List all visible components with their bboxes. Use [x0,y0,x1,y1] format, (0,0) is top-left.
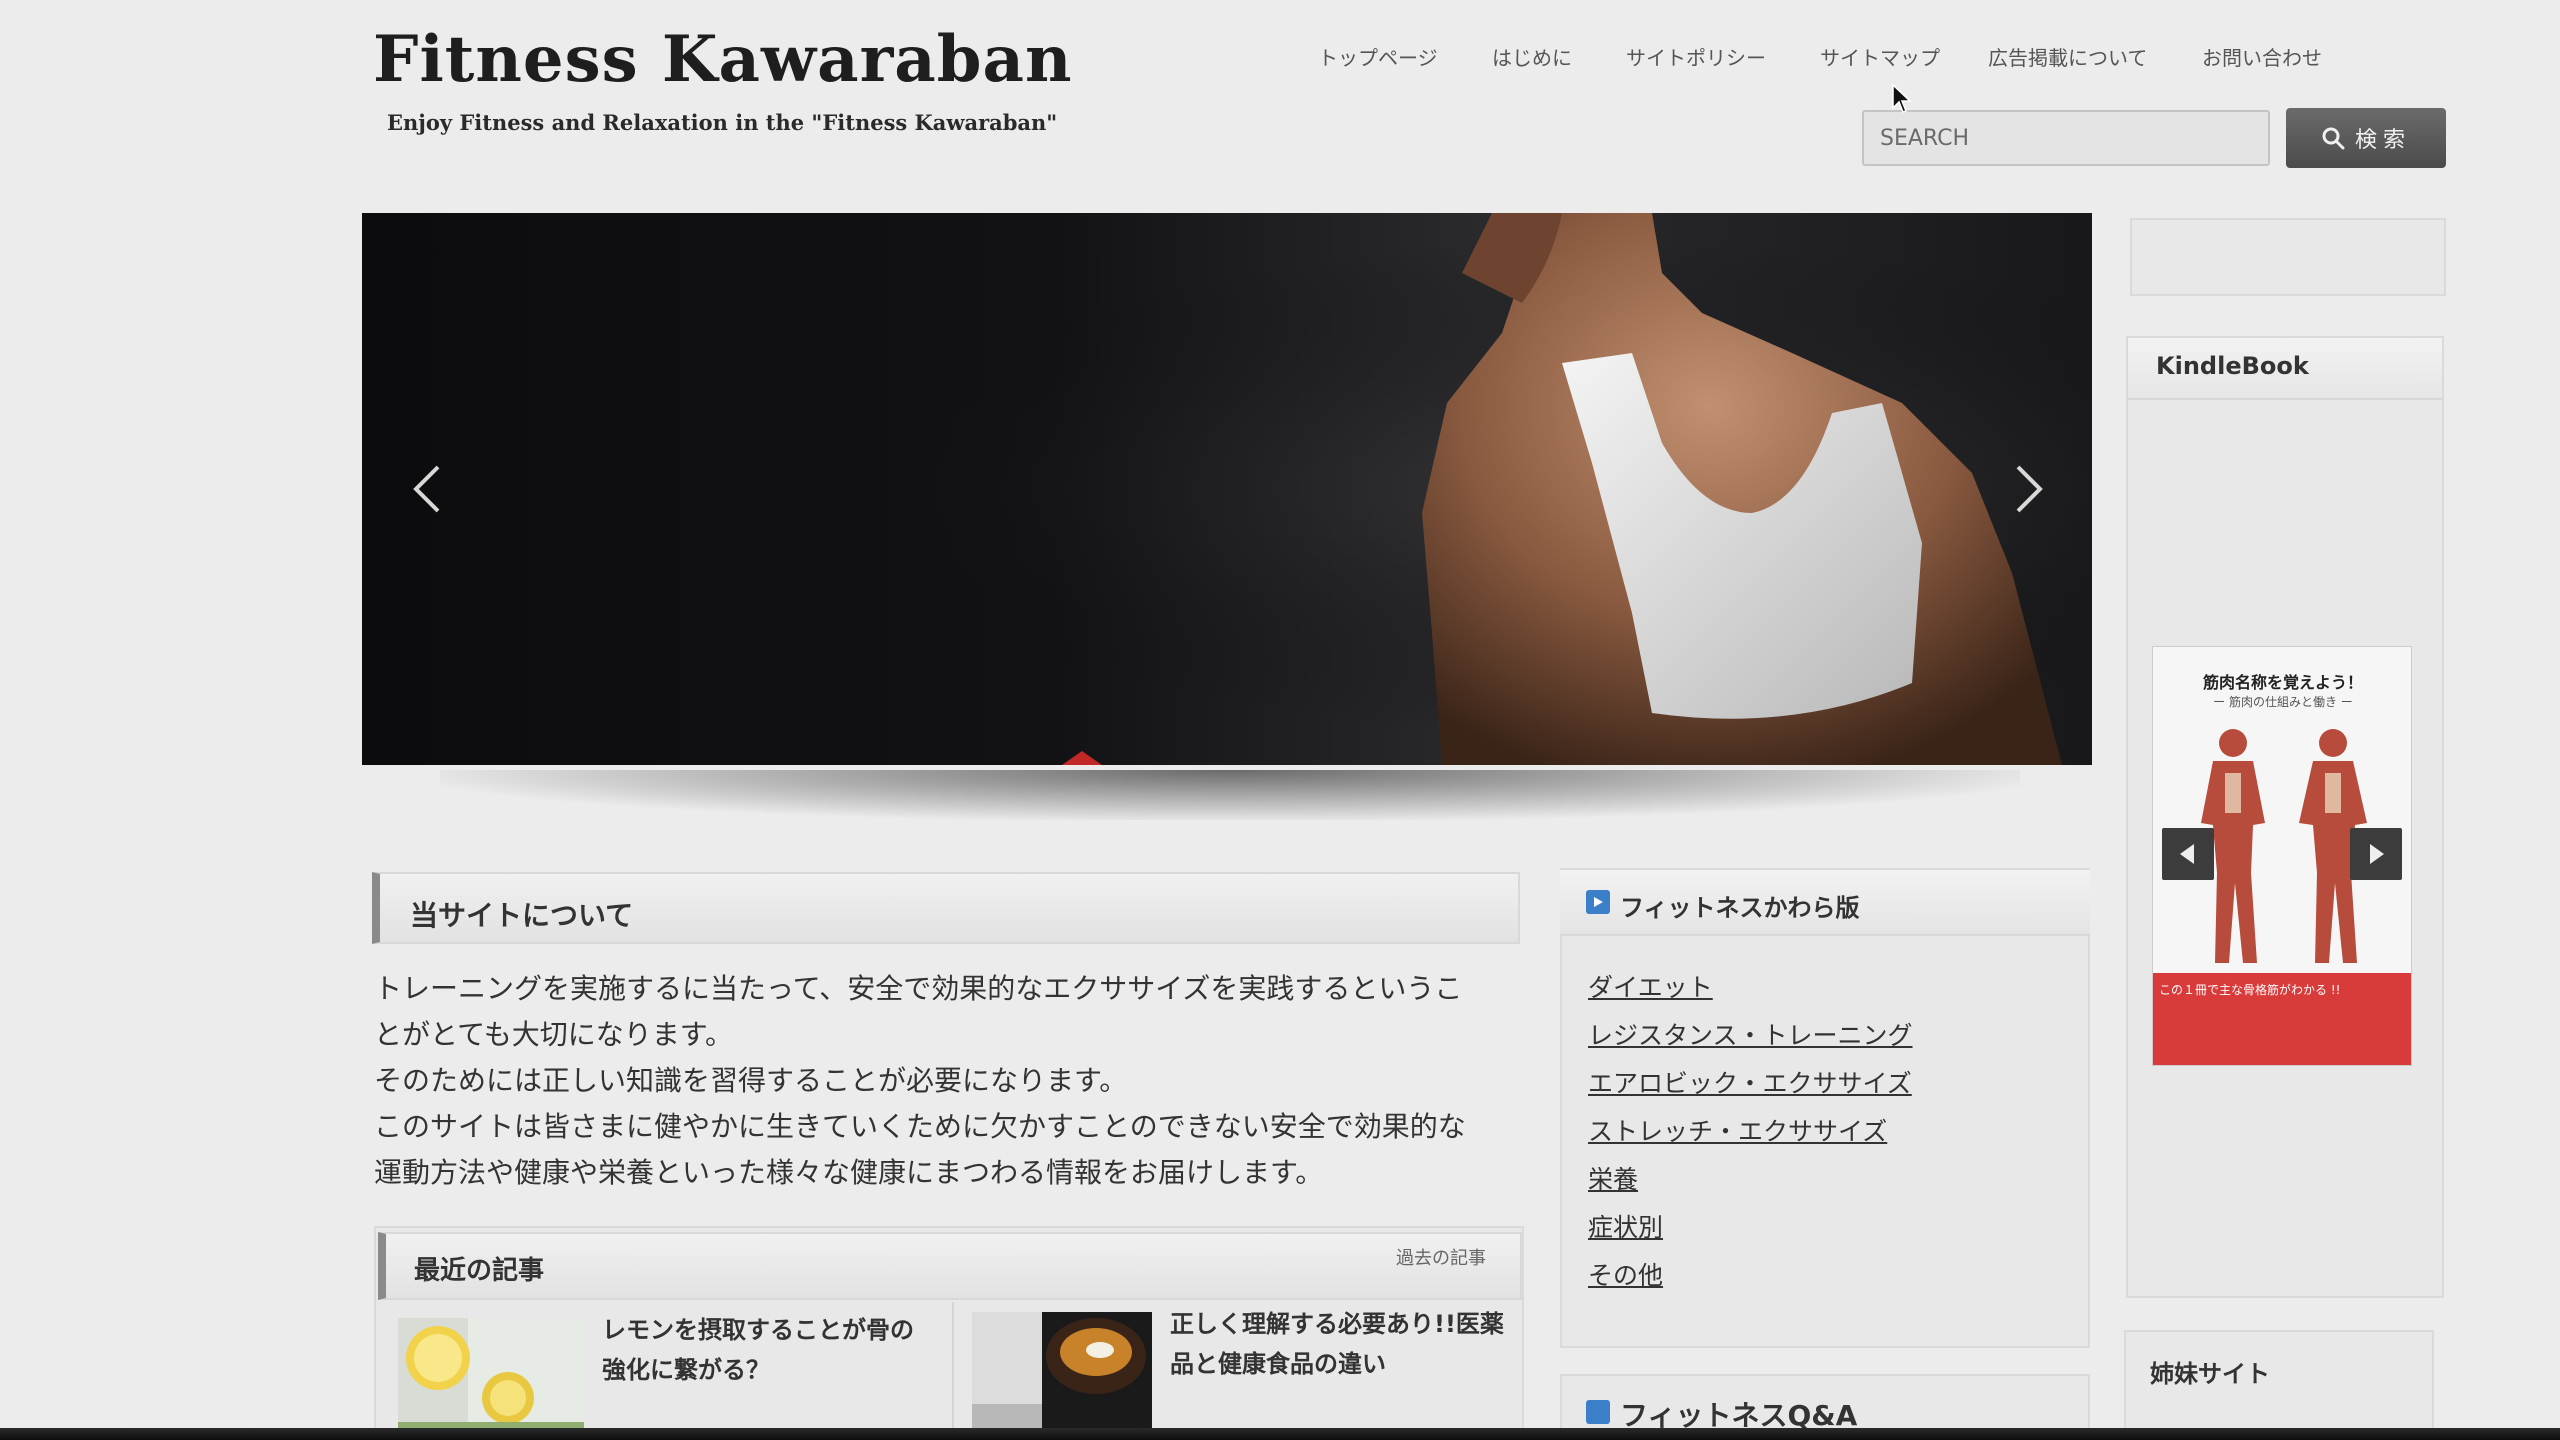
about-text-line: このサイトは皆さまに健やかに生きていくために欠かすことのできない安全で効果的な [374,1110,1466,1143]
category-link-symptoms[interactable]: 症状別 [1588,1208,1663,1244]
mouse-cursor-icon [1892,84,1912,113]
kindle-cover-band-text: この１冊で主な骨格筋がわかる !! [2159,983,2341,997]
slider-prev-icon[interactable] [408,459,448,519]
post-title-line: 強化に繋がる？ [602,1356,770,1384]
post-title-line: レモンを摂取することが骨の [602,1316,914,1344]
triangle-left-icon [2180,844,2194,864]
hero-slider[interactable] [362,213,2092,765]
hero-image [362,213,2092,765]
nav-item-contact[interactable]: お問い合わせ [2202,42,2322,71]
post-thumbnail[interactable] [398,1318,584,1440]
past-posts-link[interactable]: 過去の記事 [1396,1244,1486,1270]
nav-item-sitemap[interactable]: サイトマップ [1820,42,1940,71]
posts-divider [952,1302,954,1440]
site-tagline: Enjoy Fitness and Relaxation in the "Fit… [387,110,1058,135]
search-icon [2322,127,2345,150]
supplements-image [972,1312,1152,1432]
play-triangle-icon [1594,897,1603,907]
about-text-line: とがとても大切になります。 [374,1018,733,1051]
kindle-cover-band: この１冊で主な骨格筋がわかる !! [2153,973,2411,1065]
about-text-line: そのためには正しい知識を習得することが必要になります。 [374,1064,1128,1097]
nav-item-site-policy[interactable]: サイトポリシー [1626,42,1766,71]
nav-item-advertising[interactable]: 広告掲載について [1988,42,2147,71]
monitor-bezel [0,1428,2560,1440]
post-title-line: 正しく理解する必要あり!!医薬 [1170,1310,1504,1338]
search-input[interactable] [1862,110,2270,166]
recent-heading-bar [378,1232,1522,1300]
about-text-line: トレーニングを実施するに当たって、安全で効果的なエクササイズを実践するというこ [374,972,1463,1005]
search-button-label: 検索 [2354,128,2411,153]
post-title-link[interactable]: レモンを摂取することが骨の 強化に繋がる？ [602,1310,932,1390]
slider-next-icon[interactable] [2008,459,2048,519]
recent-heading: 最近の記事 [414,1256,545,1286]
kindle-cover-title: 筋肉名称を覚えよう！ [2202,673,2363,692]
nav-item-introduction[interactable]: はじめに [1492,42,1572,71]
post-thumbnail[interactable] [972,1312,1152,1432]
kindle-title: KindleBook [2156,352,2309,380]
about-text-line: 運動方法や健康や栄養といった様々な健康にまつわる情報をお届けします。 [374,1156,1324,1189]
category-link-other[interactable]: その他 [1588,1256,1663,1292]
nav-item-top-page[interactable]: トップページ [1318,42,1438,71]
kindle-cover-subtitle: ー 筋肉の仕組みと働き ー [2213,695,2353,709]
about-text: トレーニングを実施するに当たって、安全で効果的なエクササイズを実践するというこ … [374,966,1524,1196]
play-square-icon [1586,1400,1610,1424]
post-title-link[interactable]: 正しく理解する必要あり!!医薬 品と健康食品の違い [1170,1304,1510,1384]
kindle-prev-button[interactable] [2162,828,2214,880]
search-button[interactable]: 検索 [2286,108,2446,168]
hero-shadow [440,770,2020,820]
category-link-diet[interactable]: ダイエット [1588,968,1713,1004]
site-header: Fitness Kawaraban Enjoy Fitness and Rela… [0,0,2560,200]
category-link-resistance-training[interactable]: レジスタンス・トレーニング [1588,1016,1913,1052]
post-title-line: 品と健康食品の違い [1170,1350,1386,1378]
about-heading: 当サイトについて [410,899,634,932]
lemon-water-image [398,1318,584,1440]
sister-sites-title: 姉妹サイト [2150,1360,2270,1388]
category-link-stretch-exercise[interactable]: ストレッチ・エクササイズ [1588,1112,1887,1148]
category-link-aerobic-exercise[interactable]: エアロビック・エクササイズ [1588,1064,1912,1100]
category-heading: フィットネスかわら版 [1620,894,1860,922]
sidebar-blank-widget [2130,218,2446,296]
category-link-nutrition[interactable]: 栄養 [1588,1160,1638,1196]
global-nav: トップページ はじめに サイトポリシー サイトマップ 広告掲載について お問い合… [0,42,2560,78]
triangle-right-icon [2370,844,2384,864]
kindle-next-button[interactable] [2350,828,2402,880]
